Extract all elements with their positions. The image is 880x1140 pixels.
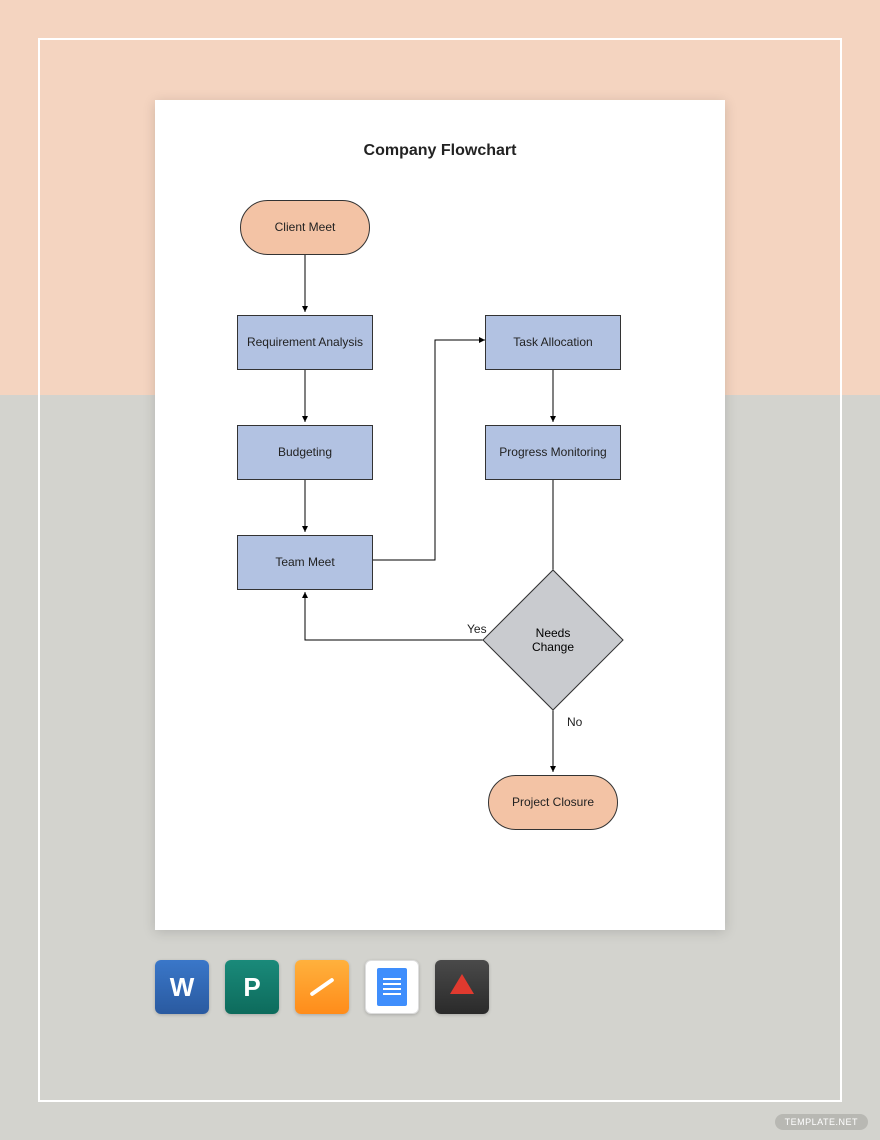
node-label: Task Allocation [513, 335, 592, 350]
watermark-badge: TEMPLATE.NET [775, 1114, 868, 1130]
edge-label-no: No [567, 715, 582, 729]
node-client-meet: Client Meet [240, 200, 370, 255]
node-label: Client Meet [275, 220, 336, 235]
node-label: Budgeting [278, 445, 332, 460]
node-requirement-analysis: Requirement Analysis [237, 315, 373, 370]
node-label: Progress Monitoring [499, 445, 606, 460]
node-progress-monitoring: Progress Monitoring [485, 425, 621, 480]
node-budgeting: Budgeting [237, 425, 373, 480]
flowchart-canvas: Client Meet Requirement Analysis Budgeti… [155, 160, 725, 920]
node-label: Project Closure [512, 795, 594, 810]
node-label: Needs Change [503, 590, 603, 690]
pdf-icon[interactable] [435, 960, 489, 1014]
document-page: Company Flowchart [155, 100, 725, 930]
node-task-allocation: Task Allocation [485, 315, 621, 370]
publisher-icon[interactable] [225, 960, 279, 1014]
node-label: Requirement Analysis [247, 335, 363, 350]
format-icon-row [155, 960, 489, 1014]
node-project-closure: Project Closure [488, 775, 618, 830]
node-label: Team Meet [275, 555, 334, 570]
page-title: Company Flowchart [155, 142, 725, 160]
word-icon[interactable] [155, 960, 209, 1014]
node-needs-change: Needs Change [503, 590, 603, 690]
edge-label-yes: Yes [467, 622, 487, 636]
pages-icon[interactable] [295, 960, 349, 1014]
gdocs-icon[interactable] [365, 960, 419, 1014]
node-team-meet: Team Meet [237, 535, 373, 590]
